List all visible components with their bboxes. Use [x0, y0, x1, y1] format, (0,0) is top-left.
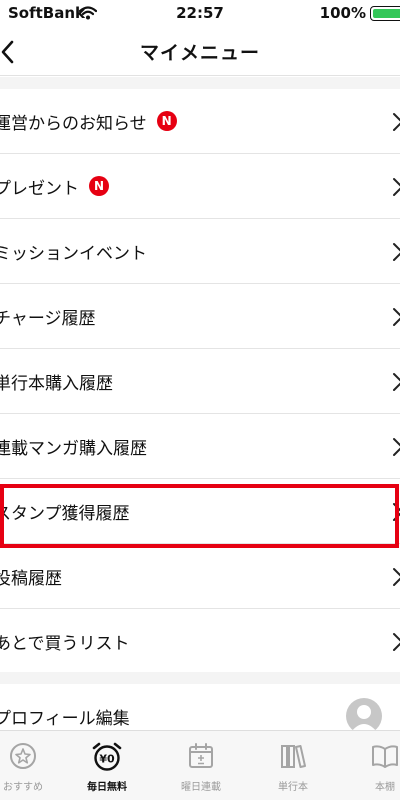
calendar-icon — [189, 743, 213, 768]
menu-item-buy-later-list[interactable]: あとで買うリスト — [0, 609, 400, 674]
menu-item-post-history[interactable]: 投稿履歴 — [0, 544, 400, 609]
menu-item-mission-event[interactable]: ミッションイベント — [0, 219, 400, 284]
menu-item-serial-purchase-history[interactable]: 連載マンガ購入履歴 — [0, 414, 400, 479]
menu-item-charge-history[interactable]: チャージ履歴 — [0, 284, 400, 349]
user-icon — [351, 705, 377, 732]
menu-item-label: 投稿履歴 — [0, 568, 62, 589]
tab-recommended[interactable]: おすすめ — [0, 731, 68, 800]
menu-item-label: 連載マンガ購入履歴 — [0, 438, 147, 459]
menu-item-profile-edit[interactable]: プロフィール編集 — [0, 684, 400, 734]
menu-item-stamp-history[interactable]: スタンプ獲得履歴 — [0, 479, 400, 544]
chevron-right-icon — [393, 503, 400, 521]
menu-item-notices[interactable]: 運営からのお知らせ N — [0, 89, 400, 154]
status-bar: SoftBank 22:57 100% — [0, 0, 400, 26]
tab-bar: おすすめ ¥0 毎日無料 曜日連載 単行本 本棚 — [0, 730, 400, 800]
menu-item-label: プレゼント — [0, 178, 79, 199]
svg-text:¥0: ¥0 — [99, 753, 115, 766]
chevron-right-icon — [393, 568, 400, 586]
battery-icon — [370, 6, 400, 21]
new-badge: N — [89, 176, 109, 196]
menu-list: 運営からのお知らせ N プレゼント N ミッションイベント チャージ履歴 単行本… — [0, 89, 400, 674]
open-book-icon — [372, 745, 398, 768]
section-divider — [0, 77, 400, 89]
star-badge-icon — [10, 743, 36, 769]
menu-item-label: 単行本購入履歴 — [0, 373, 113, 394]
nav-bar: マイメニュー — [0, 26, 400, 76]
menu-item-label: プロフィール編集 — [0, 708, 130, 729]
chevron-right-icon — [393, 308, 400, 326]
books-icon — [281, 745, 306, 768]
chevron-right-icon — [393, 113, 400, 131]
tab-volumes[interactable]: 単行本 — [248, 731, 338, 800]
chevron-right-icon — [393, 633, 400, 651]
chevron-right-icon — [393, 438, 400, 456]
menu-item-label: ミッションイベント — [0, 243, 147, 264]
tab-label: 毎日無料 — [87, 782, 127, 793]
tab-bookshelf[interactable]: 本棚 — [340, 731, 400, 800]
tab-label: 単行本 — [278, 782, 308, 793]
section-divider — [0, 672, 400, 684]
menu-item-present[interactable]: プレゼント N — [0, 154, 400, 219]
menu-item-label: チャージ履歴 — [0, 308, 96, 329]
chevron-right-icon — [393, 178, 400, 196]
menu-item-label: 運営からのお知らせ — [0, 113, 147, 134]
menu-item-label: あとで買うリスト — [0, 633, 130, 654]
chevron-right-icon — [393, 243, 400, 261]
alarm-clock-yen-icon: ¥0 — [92, 742, 122, 771]
tab-label: おすすめ — [3, 782, 43, 793]
tab-label: 曜日連載 — [181, 782, 221, 793]
page-title: マイメニュー — [139, 42, 260, 64]
battery-percentage: 100% — [319, 4, 366, 22]
new-badge: N — [156, 111, 177, 131]
chevron-right-icon — [393, 373, 400, 391]
avatar — [346, 698, 382, 734]
tab-daily-free[interactable]: ¥0 毎日無料 — [62, 731, 152, 800]
tab-weekly-serial[interactable]: 曜日連載 — [156, 731, 246, 800]
menu-item-volume-purchase-history[interactable]: 単行本購入履歴 — [0, 349, 400, 414]
tab-label: 本棚 — [375, 782, 395, 793]
menu-item-label: スタンプ獲得履歴 — [0, 503, 130, 524]
